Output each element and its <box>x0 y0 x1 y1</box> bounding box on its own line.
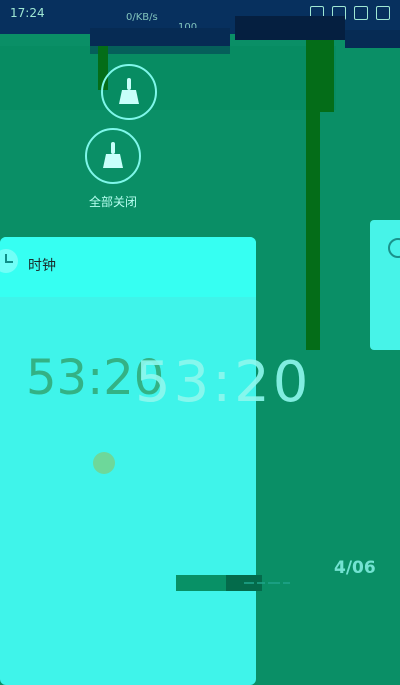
decorative-block <box>345 30 400 48</box>
close-all-label: 全部关闭 <box>88 195 137 209</box>
broom-icon <box>117 78 141 106</box>
status-time: 17:24 <box>10 6 45 20</box>
decorative-band <box>176 575 226 591</box>
clean-button[interactable] <box>101 64 157 120</box>
network-speed: 0/KB/s <box>126 12 158 23</box>
battery-icon <box>376 6 390 20</box>
clock-card[interactable]: 时钟 <box>0 237 256 685</box>
alarm-icon <box>93 452 115 474</box>
clock-card-title: 时钟 <box>28 258 56 274</box>
decorative-lines <box>244 578 302 590</box>
decorative-line <box>306 40 320 350</box>
clock-time: 53:20 <box>135 350 312 415</box>
close-all-button[interactable] <box>85 128 141 184</box>
wifi-icon <box>354 6 368 20</box>
broom-icon <box>101 142 125 170</box>
corner-text: 4/06 <box>334 558 376 578</box>
decorative-block <box>235 16 345 40</box>
decorative-line <box>320 40 334 112</box>
decorative-strip <box>0 46 336 110</box>
